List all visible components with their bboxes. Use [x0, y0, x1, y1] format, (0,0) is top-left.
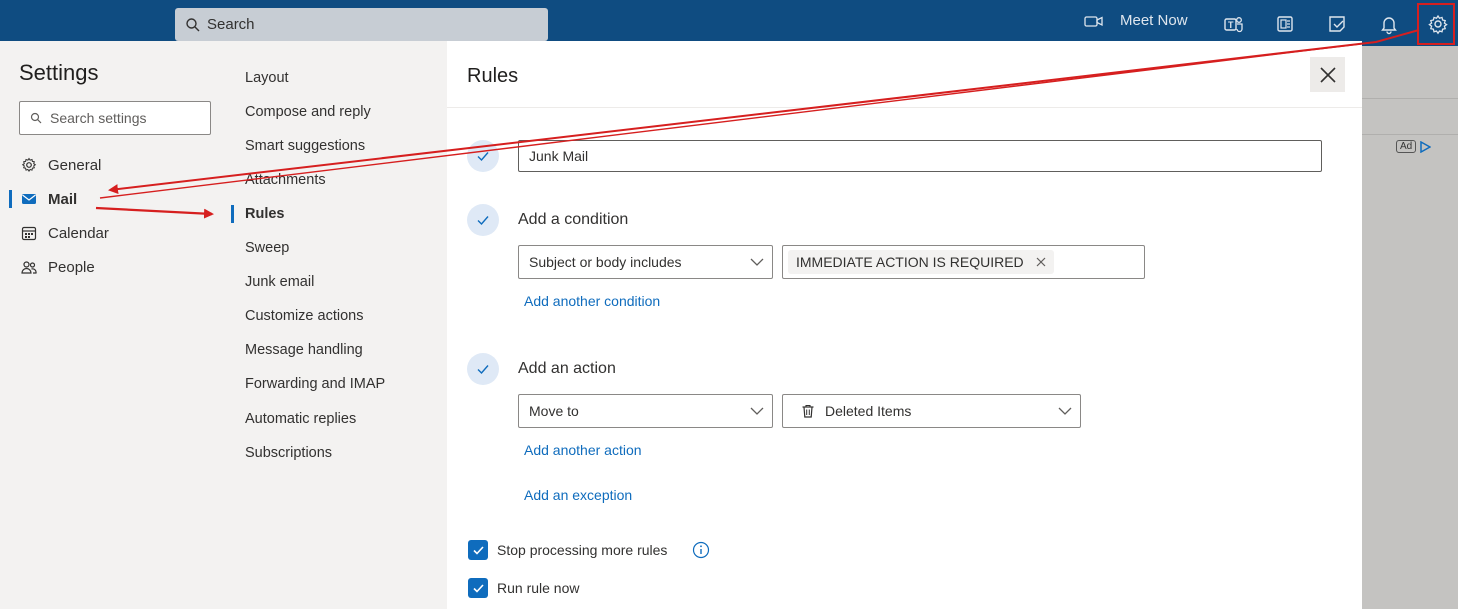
chevron-down-icon	[750, 258, 764, 266]
folder-value: Deleted Items	[825, 403, 912, 419]
condition-heading: Add a condition	[518, 211, 629, 228]
action-heading: Add an action	[518, 360, 616, 377]
action-type-value: Move to	[529, 403, 579, 419]
ad-badge[interactable]: Ad	[1396, 140, 1432, 153]
nav-item-customize-actions[interactable]: Customize actions	[245, 308, 363, 324]
nav-item-forwarding-and-imap[interactable]: Forwarding and IMAP	[245, 376, 385, 392]
divider	[1362, 134, 1458, 135]
chevron-down-icon	[750, 407, 764, 415]
chevron-down-icon	[1058, 407, 1072, 415]
trash-icon	[802, 404, 814, 418]
panel-divider	[447, 107, 1362, 108]
search-icon	[186, 17, 200, 31]
people-icon	[21, 261, 37, 274]
nav-item-layout[interactable]: Layout	[245, 70, 289, 86]
nav-item-compose-and-reply[interactable]: Compose and reply	[245, 104, 371, 120]
run-rule-now-checkbox[interactable]	[468, 578, 488, 598]
divider	[1362, 98, 1458, 99]
mail-settings-nav: Layout Compose and reply Smart suggestio…	[231, 41, 447, 609]
condition-value-field[interactable]: IMMEDIATE ACTION IS REQUIRED	[782, 245, 1145, 279]
condition-tag: IMMEDIATE ACTION IS REQUIRED	[788, 250, 1054, 274]
search-settings-input[interactable]: Search settings	[19, 101, 211, 135]
step-complete-icon	[467, 353, 499, 385]
nav-item-message-handling[interactable]: Message handling	[245, 342, 363, 358]
close-icon	[1319, 66, 1336, 83]
step-complete-icon	[467, 204, 499, 236]
category-label: People	[48, 258, 95, 276]
category-calendar[interactable]: Calendar	[21, 221, 109, 245]
search-settings-placeholder: Search settings	[50, 110, 147, 126]
category-label: Calendar	[48, 224, 109, 242]
checkmark-icon	[477, 365, 489, 375]
nav-item-subscriptions[interactable]: Subscriptions	[245, 445, 332, 461]
category-people[interactable]: People	[21, 255, 95, 279]
checkmark-icon	[472, 545, 484, 555]
gear-icon	[21, 157, 37, 172]
condition-type-value: Subject or body includes	[529, 254, 682, 270]
rule-name-input[interactable]: Junk Mail	[518, 140, 1322, 172]
category-mail[interactable]: Mail	[21, 187, 77, 211]
step-complete-icon	[467, 140, 499, 172]
settings-title: Settings	[19, 60, 99, 85]
settings-categories-pane: Settings Search settings General Mail Ca…	[0, 41, 231, 609]
info-icon[interactable]	[692, 541, 710, 559]
todo-icon[interactable]	[1326, 13, 1348, 35]
category-general[interactable]: General	[21, 153, 101, 177]
calendar-icon	[21, 226, 37, 241]
checkmark-icon	[477, 216, 489, 226]
folder-dropdown[interactable]: Deleted Items	[782, 394, 1081, 428]
stop-processing-checkbox[interactable]	[468, 540, 488, 560]
nav-item-rules[interactable]: Rules	[245, 206, 285, 222]
nav-item-smart-suggestions[interactable]: Smart suggestions	[245, 138, 365, 154]
top-bar: Search Meet Now T	[0, 0, 1458, 46]
meet-now-label: Meet Now	[1120, 12, 1188, 29]
category-label: Mail	[48, 190, 78, 208]
search-box[interactable]: Search	[175, 8, 548, 41]
mail-icon	[22, 194, 36, 204]
panel-title: Rules	[467, 65, 519, 87]
background-reading-pane	[1362, 46, 1458, 609]
teams-icon[interactable]: T	[1222, 13, 1244, 35]
add-another-condition-link[interactable]: Add another condition	[524, 293, 660, 309]
nav-item-attachments[interactable]: Attachments	[245, 172, 326, 188]
close-button[interactable]	[1310, 57, 1345, 92]
ad-choices-icon	[1420, 140, 1432, 153]
ad-label: Ad	[1396, 140, 1417, 153]
add-another-action-link[interactable]: Add another action	[524, 442, 642, 458]
video-icon	[1084, 15, 1103, 27]
selected-indicator	[231, 205, 234, 223]
nav-item-junk-email[interactable]: Junk email	[245, 274, 314, 290]
svg-text:T: T	[1228, 20, 1234, 30]
add-exception-link[interactable]: Add an exception	[524, 487, 632, 503]
action-type-dropdown[interactable]: Move to	[518, 394, 773, 428]
category-label: General	[48, 156, 102, 174]
checkmark-icon	[477, 152, 489, 162]
condition-tag-label: IMMEDIATE ACTION IS REQUIRED	[796, 254, 1024, 270]
condition-type-dropdown[interactable]: Subject or body includes	[518, 245, 773, 279]
meet-now-button[interactable]: Meet Now	[1084, 12, 1188, 29]
run-rule-now-label: Run rule now	[497, 580, 580, 596]
search-placeholder: Search	[207, 16, 255, 33]
remove-tag-icon[interactable]	[1036, 257, 1046, 267]
search-icon	[30, 112, 42, 124]
selected-indicator	[9, 190, 12, 208]
rules-panel: Rules Junk Mail Add a condition Subject …	[447, 41, 1362, 609]
checkmark-icon	[472, 583, 484, 593]
gear-highlight-box	[1417, 3, 1455, 45]
stop-processing-label: Stop processing more rules	[497, 542, 668, 558]
bell-icon[interactable]	[1378, 13, 1400, 35]
nav-item-automatic-replies[interactable]: Automatic replies	[245, 411, 356, 427]
office-icon[interactable]	[1274, 13, 1296, 35]
nav-item-sweep[interactable]: Sweep	[245, 240, 289, 256]
